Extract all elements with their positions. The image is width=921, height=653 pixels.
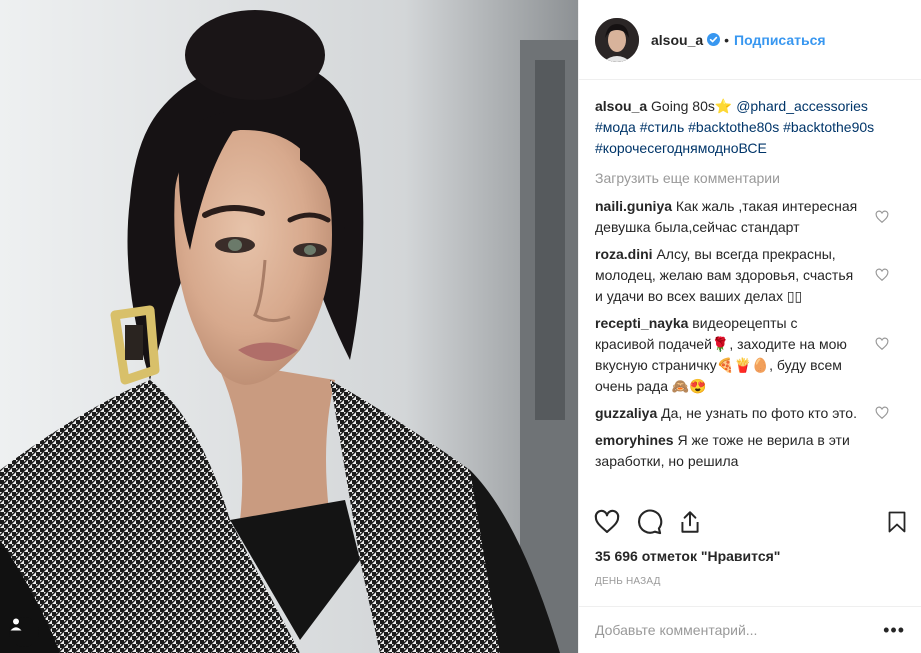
person-tag-icon (10, 618, 22, 631)
caption-text: Going 80s (651, 98, 715, 114)
hashtag[interactable]: #мода (595, 119, 636, 135)
share-icon[interactable] (677, 508, 703, 536)
action-bar (579, 508, 921, 540)
bookmark-icon[interactable] (885, 508, 909, 536)
follow-button[interactable]: Подписаться (734, 32, 826, 48)
comment-username[interactable]: naili.guniya (595, 198, 672, 214)
comment-bubble-icon[interactable] (635, 508, 663, 536)
caption-mention[interactable]: @phard_accessories (736, 98, 868, 114)
hashtag[interactable]: #backtothe90s (783, 119, 874, 135)
comment-input[interactable] (595, 622, 881, 638)
heart-icon[interactable] (875, 337, 889, 351)
likes-count[interactable]: 35 696 отметок "Нравится" (595, 548, 780, 564)
list-item: guzzaliya Да, не узнать по фото кто это. (595, 403, 905, 424)
header-username[interactable]: alsou_a (651, 32, 703, 48)
hashtag[interactable]: #backtothe80s (688, 119, 779, 135)
caption-username[interactable]: alsou_a (595, 98, 647, 114)
list-item: naili.guniya Как жаль ,такая интересная … (595, 196, 905, 238)
heart-icon[interactable] (593, 508, 621, 536)
post-header: alsou_a • Подписаться (579, 0, 921, 80)
selfie-image (0, 0, 578, 653)
verified-badge-icon (707, 33, 721, 46)
heart-icon[interactable] (875, 268, 889, 282)
add-comment-bar: ••• (579, 606, 921, 653)
comments-list[interactable]: alsou_a Going 80s⭐ @phard_accessories #м… (579, 81, 921, 498)
avatar[interactable] (595, 17, 639, 62)
comment-username[interactable]: roza.dini (595, 246, 653, 262)
tag-button[interactable] (9, 617, 39, 647)
load-more-comments-button[interactable]: Загрузить еще комментарии (595, 166, 905, 190)
caption-emoji: ⭐ (714, 98, 733, 114)
comment-username[interactable]: recepti_nayka (595, 315, 688, 331)
avatar-image (595, 17, 639, 62)
post-timestamp[interactable]: ДЕНЬ НАЗАД (595, 576, 661, 587)
heart-icon[interactable] (875, 406, 889, 420)
list-item: roza.dini Алсу, вы всегда прекрасны, мол… (595, 244, 905, 307)
hashtag[interactable]: #корочесегоднямодноВСЕ (595, 140, 767, 156)
comment-username[interactable]: guzzaliya (595, 405, 657, 421)
post-sidebar: alsou_a • Подписаться alsou_a Going 80s⭐… (579, 0, 921, 653)
post-caption: alsou_a Going 80s⭐ @phard_accessories #м… (595, 96, 905, 159)
hashtag[interactable]: #стиль (640, 119, 684, 135)
comment-text: Да, не узнать по фото кто это. (661, 405, 857, 421)
list-item: emoryhines Я же тоже не верила в эти зар… (595, 430, 905, 472)
heart-icon[interactable] (875, 210, 889, 224)
more-options-icon[interactable]: ••• (881, 621, 905, 639)
list-item: recepti_nayka видеорецепты с красивой по… (595, 313, 905, 397)
post-photo[interactable] (0, 0, 578, 653)
comment-username[interactable]: emoryhines (595, 432, 674, 448)
header-separator: • (724, 31, 730, 48)
